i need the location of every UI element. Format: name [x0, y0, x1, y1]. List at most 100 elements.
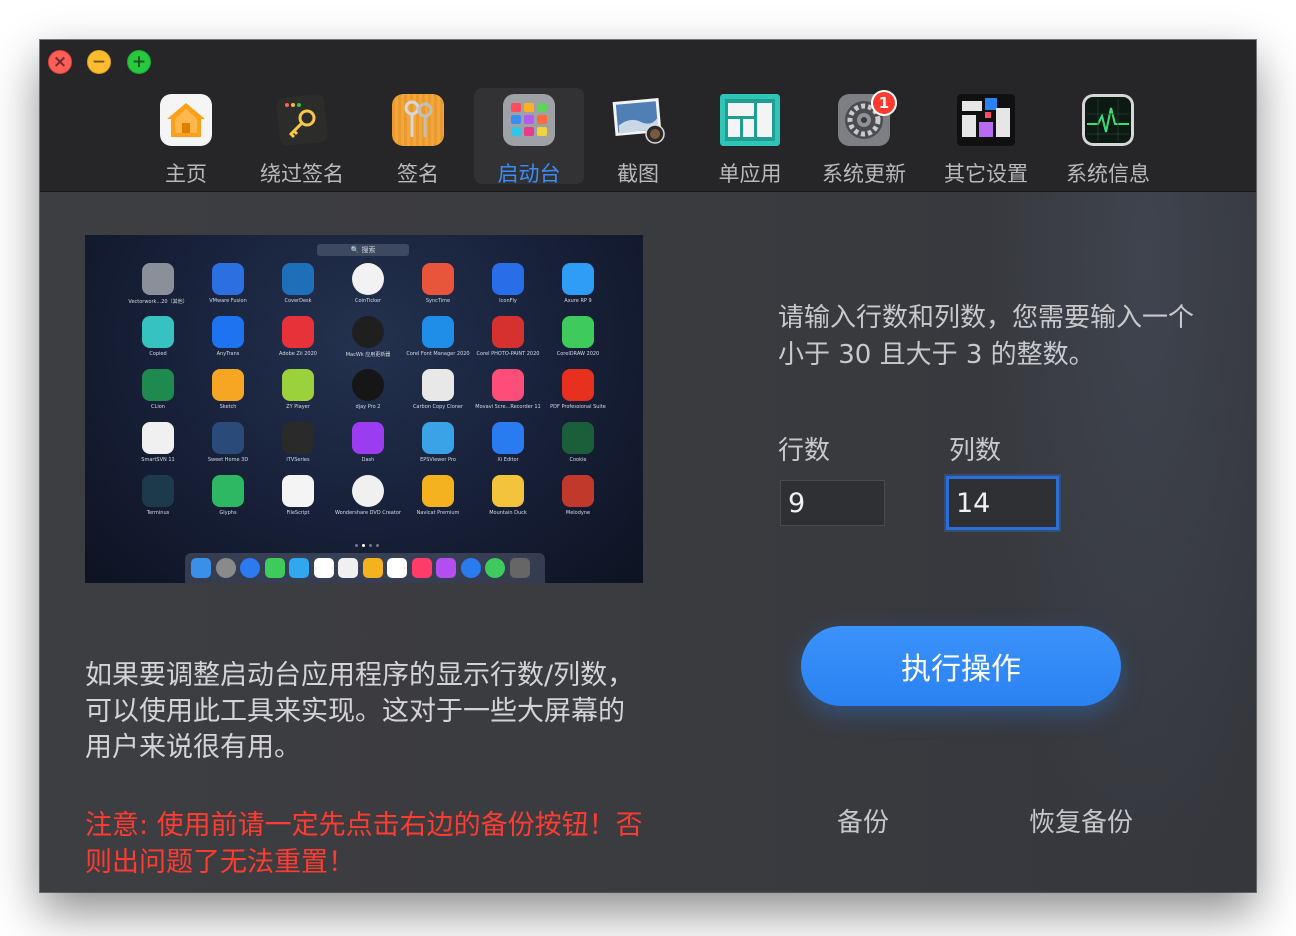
launchpad-app: FileScript [263, 475, 333, 527]
app-icon [142, 369, 174, 401]
app-icon [422, 475, 454, 507]
launchpad-app: Dash [333, 422, 403, 474]
app-icon [352, 475, 384, 507]
launchpad-app: CLion [123, 369, 193, 421]
dock [185, 553, 545, 583]
launchpad-app: Sketch [193, 369, 263, 421]
app-name: Cookie [569, 457, 587, 463]
dock-app-icon [191, 558, 211, 578]
launchpad-app: CoverDesk [263, 263, 333, 315]
app-icon [422, 263, 454, 295]
tab-label: 系统更新 [822, 162, 906, 186]
tab-bypass-signature[interactable]: 绕过签名 [252, 88, 352, 186]
tab-home[interactable]: 主页 [136, 88, 236, 186]
backup-warning: 注意: 使用前请一定先点击右边的备份按钮！否则出问题了无法重置！ [85, 810, 643, 878]
dock-app-icon [411, 558, 432, 578]
dock-app-icon [509, 558, 530, 578]
app-icon [492, 475, 524, 507]
app-icon [562, 263, 594, 295]
launchpad-app: VMware Fusion [193, 263, 263, 315]
launchpad-app: Corel PHOTO-PAINT 2020 [473, 316, 543, 368]
minimize-icon: − [91, 52, 107, 72]
launchpad-app: IconFly [473, 263, 543, 315]
launchpad-app: Corel Font Manager 2020 [403, 316, 473, 368]
tab-label: 系统信息 [1066, 162, 1150, 186]
tab-label: 截图 [617, 162, 659, 186]
tab-screenshot[interactable]: 截图 [588, 88, 688, 186]
launchpad-app: CorelDRAW 2020 [543, 316, 613, 368]
launchpad-app: SmartSVN 11 [123, 422, 193, 474]
main-content: 🔍 搜索 Vectorwork...20（其他） VMware Fusion Cov… [40, 192, 1256, 892]
execute-button[interactable]: 执行操作 [801, 626, 1121, 706]
toolbar: × − + 主页 绕过签名 签名 启动台 截图 单应用 1 系统更新 其它设置 … [40, 40, 1256, 192]
background-glow [980, 192, 1256, 892]
app-icon [352, 316, 384, 348]
dock-app-icon [215, 558, 236, 578]
window-minimize-button[interactable]: − [87, 50, 111, 74]
dock-app-icon [436, 558, 456, 578]
app-icon [492, 263, 524, 295]
app-icon [492, 422, 524, 454]
launchpad-app: Terminus [123, 475, 193, 527]
restore-backup-button[interactable]: 恢复备份 [1029, 802, 1133, 839]
home-icon [160, 94, 212, 146]
feature-description: 如果要调整启动台应用程序的显示行数/列数，可以使用此工具来实现。这对于一些大屏幕… [85, 660, 635, 763]
tab-signature[interactable]: 签名 [368, 88, 468, 186]
app-icon [352, 369, 384, 401]
dock-app-icon [362, 558, 383, 578]
launchpad-app: SyncTime [403, 263, 473, 315]
app-icon [142, 475, 174, 507]
tab-single-app[interactable]: 单应用 [700, 88, 800, 186]
launchpad-icon [503, 94, 555, 146]
app-icon [352, 422, 384, 454]
tab-label: 签名 [397, 162, 439, 186]
app-icon [142, 263, 174, 295]
screenshot-icon [612, 98, 665, 144]
app-icon [282, 263, 314, 295]
maximize-icon: + [131, 52, 147, 72]
app-icon [422, 316, 454, 348]
launchpad-app: iTVSeries [263, 422, 333, 474]
app-icon [352, 263, 384, 295]
other-settings-icon [957, 94, 1015, 146]
app-icon [212, 422, 244, 454]
tab-label: 其它设置 [944, 162, 1028, 186]
columns-input[interactable] [946, 476, 1059, 530]
rows-input[interactable] [780, 480, 885, 526]
launchpad-app: AnyTrans [193, 316, 263, 368]
launchpad-app: CoinTicker [333, 263, 403, 315]
app-icon [492, 316, 524, 348]
backup-button[interactable]: 备份 [837, 802, 889, 839]
window-maximize-button[interactable]: + [127, 50, 151, 74]
app-icon [212, 475, 244, 507]
app-icon [212, 316, 244, 348]
launchpad-app: Sweet Home 3D [193, 422, 263, 474]
launchpad-app: Navicat Premium [403, 475, 473, 527]
dock-app-icon [264, 558, 285, 578]
launchpad-app: Carbon Copy Cloner [403, 369, 473, 421]
tab-system-update[interactable]: 1 系统更新 [814, 88, 914, 186]
tab-label: 主页 [165, 162, 207, 186]
launchpad-app: Adobe Zii 2020 [263, 316, 333, 368]
rows-label: 行数 [778, 436, 831, 466]
tab-launchpad[interactable]: 启动台 [474, 88, 584, 186]
app-icon [212, 369, 244, 401]
dock-app-icon [240, 558, 260, 578]
launchpad-app: ZY Player [263, 369, 333, 421]
app-name: CorelDRAW 2020 [556, 351, 600, 357]
tab-label: 绕过签名 [260, 162, 344, 186]
tab-other-settings[interactable]: 其它设置 [936, 88, 1036, 186]
launchpad-app: Mountain Duck [473, 475, 543, 527]
tab-system-info[interactable]: 系统信息 [1058, 88, 1158, 186]
window-close-button[interactable]: × [48, 50, 72, 74]
activity-monitor-icon [1082, 94, 1134, 146]
launchpad-app: EPSViewer Pro [403, 422, 473, 474]
launchpad-app: Melodyne [543, 475, 613, 527]
keychain-icon [392, 94, 444, 146]
launchpad-preview-image: 🔍 搜索 Vectorwork...20（其他） VMware Fusion Cov… [85, 235, 643, 583]
app-icon [562, 316, 594, 348]
launchpad-app: MacWk 应用更新器 [333, 316, 403, 368]
launchpad-search-field: 🔍 搜索 [317, 244, 409, 256]
app-icon [282, 475, 314, 507]
columns-label: 列数 [949, 436, 1002, 466]
